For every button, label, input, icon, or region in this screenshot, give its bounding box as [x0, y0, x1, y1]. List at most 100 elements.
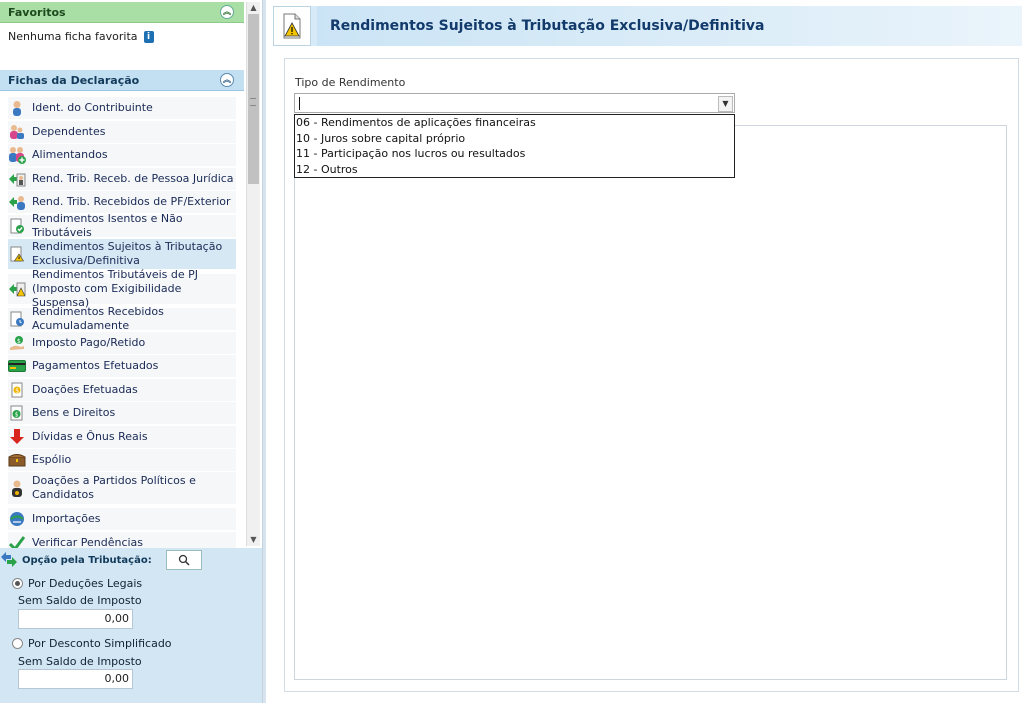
radio-label: Por Desconto Simplificado	[28, 637, 172, 650]
person-icon	[8, 99, 26, 117]
search-button[interactable]	[165, 550, 202, 570]
favoritos-title: Favoritos	[8, 5, 66, 19]
document-clock-icon	[8, 310, 26, 328]
arrow-warning-icon	[8, 280, 26, 298]
people-add-icon	[8, 146, 26, 164]
import-icon	[8, 510, 26, 528]
svg-text:$: $	[17, 338, 21, 345]
dropdown-option[interactable]: 06 - Rendimentos de aplicações financeir…	[295, 115, 734, 131]
sidebar-item-pagamentos[interactable]: Pagamentos Efetuados	[8, 355, 236, 377]
fichas-title: Fichas da Declaração	[8, 73, 140, 87]
form-content: Tipo de Rendimento ▼ 06 - Rendimentos de…	[284, 58, 1019, 692]
fichas-header[interactable]: Fichas da Declaração ︽	[0, 70, 244, 91]
money-bag-icon: $	[8, 404, 26, 422]
search-icon	[178, 554, 190, 566]
svg-text:$: $	[15, 388, 19, 395]
sidebar-item-label: Dívidas e Ônus Reais	[32, 430, 148, 443]
collapse-up-icon[interactable]: ︽	[220, 5, 234, 19]
sidebar-item-label: Rendimentos Tributáveis de PJ (Imposto c…	[32, 268, 199, 309]
sidebar-item-doacoes-partidos[interactable]: Doações a Partidos Políticos e Candidato…	[8, 472, 236, 504]
scroll-up-icon[interactable]: ▲	[247, 2, 260, 14]
svg-text:$: $	[15, 412, 19, 419]
page-header: Rendimentos Sujeitos à Tributação Exclus…	[273, 6, 1022, 46]
deducoes-saldo-label: Sem Saldo de Imposto	[18, 594, 142, 607]
sidebar-scrollbar[interactable]: ▲ ▼	[246, 2, 260, 546]
favoritos-header[interactable]: Favoritos ︽	[0, 2, 244, 23]
credit-card-icon	[8, 357, 26, 375]
sidebar-item-rend-isentos[interactable]: Rendimentos Isentos e Não Tributáveis	[8, 212, 236, 239]
sidebar-item-rend-acumuladamente[interactable]: Rendimentos Recebidos Acumuladamente	[8, 305, 236, 332]
opcao-arrows-icon	[0, 551, 18, 570]
sidebar-item-label: Rendimentos Isentos e Não Tributáveis	[32, 212, 183, 239]
debt-arrow-icon	[8, 428, 26, 446]
scrollbar-grip-icon	[250, 98, 256, 106]
sidebar-item-dividas[interactable]: Dívidas e Ônus Reais	[8, 426, 236, 448]
opcao-panel: Opção pela Tributação: Por Deduções Lega…	[0, 548, 262, 703]
sidebar-item-alimentandos[interactable]: Alimentandos	[8, 144, 236, 166]
dependents-icon	[8, 123, 26, 141]
sidebar-item-label: Rendimentos Sujeitos à Tributação Exclus…	[32, 240, 223, 267]
favoritos-empty-text: Nenhuma ficha favorita	[8, 30, 138, 43]
sidebar-item-rend-trib-pj-suspensa[interactable]: Rendimentos Tributáveis de PJ (Imposto c…	[8, 268, 236, 309]
scroll-down-icon[interactable]: ▼	[247, 534, 260, 546]
document-warning-icon	[8, 245, 26, 263]
panel-divider[interactable]	[262, 0, 266, 703]
sidebar-item-doacoes[interactable]: $ Doações Efetuadas	[8, 379, 236, 401]
sidebar-item-label: Alimentandos	[32, 148, 108, 161]
sidebar-item-label: Espólio	[32, 453, 72, 466]
tipo-rendimento-options: 06 - Rendimentos de aplicações financeir…	[294, 114, 735, 178]
sidebar-item-label: Imposto Pago/Retido	[32, 336, 146, 349]
tipo-rendimento-select[interactable]: ▼	[294, 93, 735, 113]
info-icon[interactable]: i	[143, 30, 154, 43]
sidebar-item-imposto-pago[interactable]: $ Imposto Pago/Retido	[8, 332, 236, 354]
sidebar-item-label: Pagamentos Efetuados	[32, 359, 159, 372]
dropdown-option[interactable]: 11 - Participação nos lucros ou resultad…	[295, 146, 734, 162]
document-check-icon	[8, 217, 26, 235]
sidebar-item-label: Rendimentos Recebidos Acumuladamente	[32, 305, 164, 332]
rendimentos-table[interactable]	[294, 125, 1007, 680]
money-hand-icon: $	[8, 334, 26, 352]
dropdown-option[interactable]: 10 - Juros sobre capital próprio	[295, 131, 734, 147]
arrow-person-icon	[8, 193, 26, 211]
sidebar-item-rend-trib-pj[interactable]: Rend. Trib. Receb. de Pessoa Jurídica	[8, 168, 236, 190]
document-warning-icon	[273, 6, 311, 46]
main-panel: Rendimentos Sujeitos à Tributação Exclus…	[270, 0, 1024, 703]
sidebar-item-label: Dependentes	[32, 125, 106, 138]
chest-icon	[8, 451, 26, 469]
collapse-up-icon[interactable]: ︽	[220, 73, 234, 87]
sidebar-item-label: Importações	[32, 512, 101, 525]
page-title: Rendimentos Sujeitos à Tributação Exclus…	[317, 6, 1022, 46]
opcao-row: Opção pela Tributação:	[0, 550, 202, 570]
deducoes-value: 0,00	[18, 609, 133, 629]
radio-button[interactable]	[12, 638, 23, 649]
tipo-rendimento-label: Tipo de Rendimento	[295, 76, 406, 89]
sidebar-item-rend-exclusiva[interactable]: Rendimentos Sujeitos à Tributação Exclus…	[8, 239, 236, 269]
radio-button[interactable]	[12, 578, 23, 589]
dropdown-option[interactable]: 12 - Outros	[295, 162, 734, 178]
radio-deducoes-legais[interactable]: Por Deduções Legais	[12, 577, 142, 590]
favoritos-body: Nenhuma ficha favorita i	[8, 30, 154, 43]
simplificado-value: 0,00	[18, 669, 133, 689]
radio-desconto-simplificado[interactable]: Por Desconto Simplificado	[12, 637, 172, 650]
sidebar-item-label: Doações a Partidos Políticos e Candidato…	[32, 474, 196, 501]
sidebar-item-dependentes[interactable]: Dependentes	[8, 121, 236, 143]
sidebar-item-rend-trib-pf[interactable]: Rend. Trib. Recebidos de PF/Exterior	[8, 191, 236, 213]
donation-icon: $	[8, 381, 26, 399]
sidebar-item-label: Doações Efetuadas	[32, 383, 138, 396]
sidebar-item-label: Rend. Trib. Receb. de Pessoa Jurídica	[32, 172, 234, 185]
candidate-icon	[8, 479, 26, 497]
text-cursor	[299, 97, 300, 110]
sidebar-item-espolio[interactable]: Espólio	[8, 449, 236, 471]
simplificado-saldo-label: Sem Saldo de Imposto	[18, 655, 142, 668]
sidebar-item-importacoes[interactable]: Importações	[8, 508, 236, 530]
radio-label: Por Deduções Legais	[28, 577, 143, 590]
chevron-down-icon[interactable]: ▼	[718, 96, 733, 112]
left-sidebar: Favoritos ︽ Nenhuma ficha favorita i Fic…	[0, 0, 262, 703]
sidebar-item-label: Ident. do Contribuinte	[32, 101, 153, 114]
sidebar-item-ident-contribuinte[interactable]: Ident. do Contribuinte	[8, 97, 236, 119]
opcao-label: Opção pela Tributação:	[22, 554, 152, 566]
sidebar-item-bens-direitos[interactable]: $ Bens e Direitos	[8, 402, 236, 424]
sidebar-item-label: Rend. Trib. Recebidos de PF/Exterior	[32, 195, 231, 208]
arrow-person-icon	[8, 170, 26, 188]
sidebar-item-label: Bens e Direitos	[32, 406, 116, 419]
